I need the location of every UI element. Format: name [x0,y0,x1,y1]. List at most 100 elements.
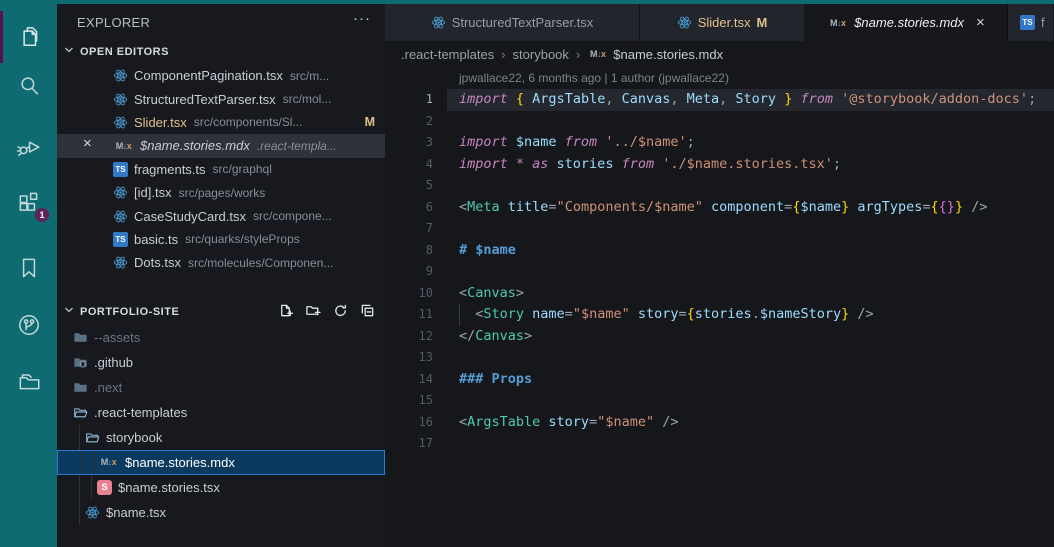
tree-item-.react-templates[interactable]: .react-templates [57,400,385,425]
breadcrumb-item[interactable]: storybook [513,47,569,62]
line-number: 7 [385,218,433,240]
tab-Slider.tsx[interactable]: Slider.tsxM [640,4,805,41]
breadcrumb-label: $name.stories.mdx [613,47,723,62]
activity-bar: 1 [0,0,57,547]
tree-item-.github[interactable]: .github [57,350,385,375]
line-number: 6 [385,197,433,219]
code-line-10[interactable]: 10<Canvas> [385,283,1054,305]
indent-guide [79,425,80,450]
file-path: src/components/Sl... [194,115,303,129]
tab-$name.stories.mdx[interactable]: M↓x$name.stories.mdx× [805,4,1008,41]
tree-item-$name.stories.tsx[interactable]: S $name.stories.tsx [57,475,385,500]
sidebar-title: EXPLORER [77,15,150,30]
file-name: Dots.tsx [134,255,181,270]
tab-StructuredTextParser.tsx[interactable]: StructuredTextParser.tsx [385,4,640,41]
folder-open-icon [85,430,100,445]
line-text: # $name [459,240,516,262]
new-file-icon[interactable] [278,303,293,318]
code-line-12[interactable]: 12</Canvas> [385,326,1054,348]
line-number: 9 [385,261,433,283]
activity-item-extensions[interactable]: 1 [0,184,57,224]
code-line-14[interactable]: 14### Props [385,369,1054,391]
breadcrumb-label: .react-templates [401,47,494,62]
code-line-17[interactable]: 17 [385,433,1054,455]
collapse-all-icon[interactable] [360,303,375,318]
breadcrumb-separator: › [501,47,505,62]
code-line-13[interactable]: 13 [385,347,1054,369]
close-icon[interactable]: × [83,135,92,152]
breadcrumb-item[interactable]: .react-templates [401,47,494,62]
code-line-16[interactable]: 16<ArgsTable story="$name" /> [385,412,1054,434]
code-line-8[interactable]: 8# $name [385,240,1054,262]
file-path: src/quarks/styleProps [185,232,300,246]
open-editor-row[interactable]: ×M↓x$name.stories.mdx.react-templa... [57,134,385,157]
tree-item-$name.stories.mdx[interactable]: M↓x$name.stories.mdx [57,450,385,475]
line-number: 3 [385,132,433,154]
code-line-1[interactable]: 1 import { ArgsTable, Canvas, Meta, Story… [385,89,1054,111]
line-text: import { ArgsTable, Canvas, Meta, Story … [459,89,1036,111]
open-editor-row[interactable]: TSbasic.tssrc/quarks/styleProps [57,228,385,251]
line-number: 11 [385,304,433,326]
activity-item-git-graph[interactable] [0,307,57,347]
activity-item-project-folder[interactable] [0,363,57,403]
file-path: src/compone... [253,209,332,223]
file-name: $name.stories.tsx [118,480,220,495]
line-text: ### Props [459,369,532,391]
tree-item-.next[interactable]: .next [57,375,385,400]
tree-item-$name.tsx[interactable]: $name.tsx [57,500,385,525]
react-icon [113,209,128,224]
activity-item-search[interactable] [0,68,57,108]
modified-badge: M [365,115,375,129]
code-line-4[interactable]: 4import * as stories from './$name.stori… [385,154,1054,176]
mdx-icon: M↓x [587,49,608,59]
code-line-6[interactable]: 6<Meta title="Components/$name" componen… [385,197,1054,219]
folder-github-icon [73,355,88,370]
open-editor-row[interactable]: CaseStudyCard.tsxsrc/compone... [57,204,385,227]
tree-item-storybook[interactable]: storybook [57,425,385,450]
folder-icon [73,330,88,345]
react-icon [113,255,128,270]
tab-f[interactable]: TSf [1008,4,1054,41]
file-path: src/graphql [213,162,272,176]
open-editor-row[interactable]: [id].tsxsrc/pages/works [57,181,385,204]
more-actions-icon[interactable]: ··· [353,10,371,27]
file-name: [id].tsx [134,185,172,200]
code-line-5[interactable]: 5 [385,175,1054,197]
code-line-15[interactable]: 15 [385,390,1054,412]
open-editor-row[interactable]: StructuredTextParser.tsxsrc/mol... [57,87,385,110]
react-icon [431,15,446,30]
open-editor-row[interactable]: ComponentPagination.tsxsrc/m... [57,64,385,87]
refresh-icon[interactable] [333,303,348,318]
open-editors-header[interactable]: OPEN EDITORS [57,40,385,64]
file-path: src/molecules/Componen... [188,256,333,270]
file-tree: --assets .github.next.react-templatesstor… [57,325,385,525]
breadcrumb-item[interactable]: M↓x $name.stories.mdx [587,47,723,62]
open-editor-row[interactable]: TSfragments.tssrc/graphql [57,158,385,181]
project-section-header[interactable]: PORTFOLIO-SITE [57,299,385,325]
code-line-2[interactable]: 2 [385,111,1054,133]
tree-item---assets[interactable]: --assets [57,325,385,350]
line-number: 1 [385,89,433,111]
code-line-3[interactable]: 3import $name from '../$name'; [385,132,1054,154]
activity-item-bookmarks[interactable] [0,250,57,290]
mdx-icon: M↓x [827,18,848,28]
indent-guide [79,475,80,500]
new-folder-icon[interactable] [305,303,321,318]
file-name: --assets [94,330,140,345]
open-editor-row[interactable]: Slider.tsxsrc/components/Sl...M [57,111,385,134]
indent-guide [79,500,80,525]
code-line-7[interactable]: 7 [385,218,1054,240]
activity-item-explorer[interactable] [0,18,57,58]
line-number: 15 [385,390,433,412]
open-editor-row[interactable]: Dots.tsx src/molecules/Componen... [57,251,385,274]
react-icon [113,185,128,200]
project-label: PORTFOLIO-SITE [80,306,179,318]
tab-label: StructuredTextParser.tsx [452,15,594,30]
project-actions [278,303,375,318]
close-icon[interactable]: × [976,14,985,31]
ts-icon: TS [113,232,128,247]
storybook-icon: S [97,480,112,495]
code-line-9[interactable]: 9 [385,261,1054,283]
activity-item-run-debug[interactable] [0,128,57,168]
code-line-11[interactable]: 11 <Story name="$name" story={stories.$n… [385,304,1054,326]
